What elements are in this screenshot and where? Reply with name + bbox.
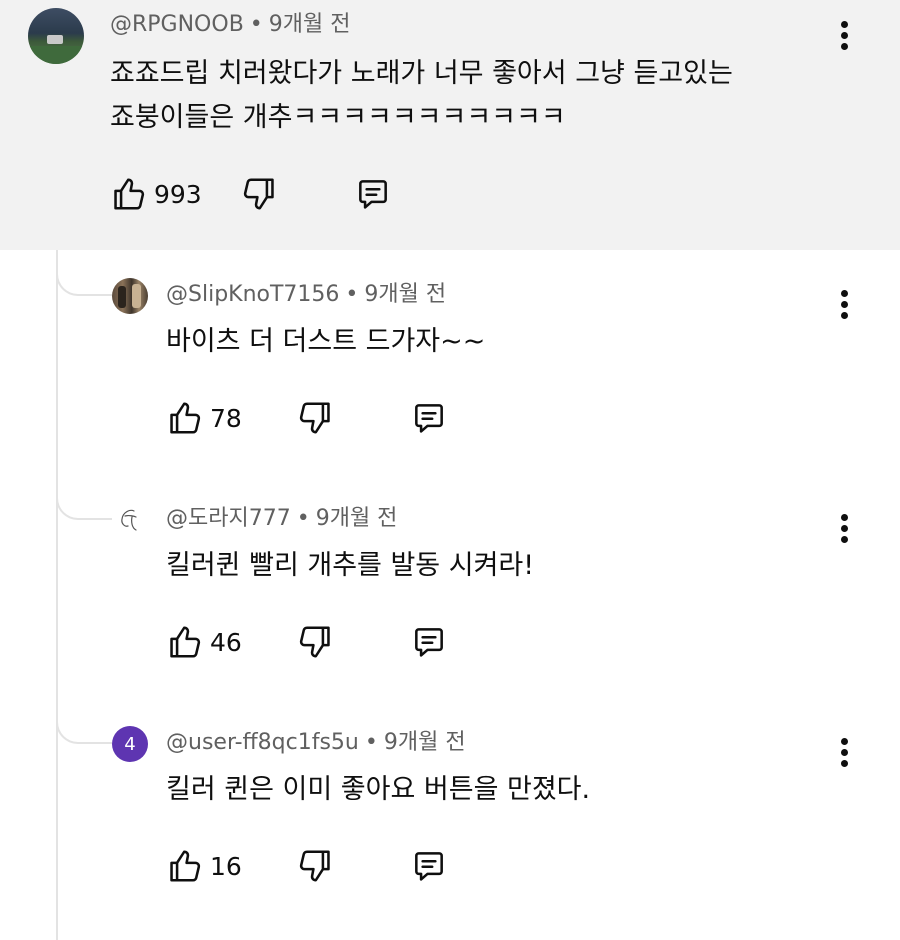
- avatar-letter: 4: [124, 733, 136, 755]
- comment-meta: @도라지777 • 9개월 전: [166, 505, 397, 533]
- author-name[interactable]: @RPGNOOB: [110, 12, 244, 37]
- separator: •: [345, 282, 359, 307]
- more-vert-icon[interactable]: [833, 733, 857, 773]
- comment-meta: @SlipKnoT7156 • 9개월 전: [166, 281, 446, 309]
- comment-meta: @user-ff8qc1fs5u • 9개월 전: [166, 729, 466, 757]
- avatar[interactable]: [28, 8, 84, 64]
- comment-icon[interactable]: [410, 399, 448, 437]
- thumb-up-icon: [170, 850, 201, 882]
- thumb-down-icon[interactable]: [240, 175, 278, 213]
- separator: •: [249, 12, 263, 37]
- timestamp[interactable]: 9개월 전: [269, 12, 351, 37]
- more-vert-icon[interactable]: [833, 16, 857, 56]
- thumb-up-icon: [114, 178, 145, 210]
- more-vert-icon[interactable]: [833, 509, 857, 549]
- thread-branch: [56, 480, 112, 520]
- comment-icon[interactable]: [410, 623, 448, 661]
- comment-actions: 16: [166, 844, 466, 888]
- signature-avatar-icon: [121, 509, 137, 531]
- like-button[interactable]: 993: [110, 172, 202, 216]
- comment-actions: 46: [166, 620, 466, 664]
- timestamp[interactable]: 9개월 전: [364, 282, 446, 307]
- thumb-up-icon: [170, 626, 201, 658]
- comment-text: 킬러 퀸은 이미 좋아요 버튼을 만졌다.: [166, 774, 591, 805]
- more-vert-icon[interactable]: [833, 285, 857, 325]
- thumb-down-icon[interactable]: [296, 399, 334, 437]
- comment-icon[interactable]: [410, 847, 448, 885]
- author-name[interactable]: @도라지777: [166, 506, 291, 531]
- parent-comment: @RPGNOOB • 9개월 전 죠죠드립 치러왔다가 노래가 너무 좋아서 그냥 …: [0, 0, 900, 250]
- like-count: 16: [210, 851, 242, 881]
- avatar[interactable]: [112, 278, 148, 314]
- timestamp[interactable]: 9개월 전: [316, 506, 398, 531]
- like-button[interactable]: 16: [166, 844, 242, 888]
- author-name[interactable]: @user-ff8qc1fs5u: [166, 730, 359, 755]
- thumb-up-icon: [170, 402, 201, 434]
- separator: •: [364, 730, 378, 755]
- like-count: 78: [210, 403, 242, 433]
- timestamp[interactable]: 9개월 전: [384, 730, 466, 755]
- comment-text: 바이츠 더 더스트 드가자~~: [166, 326, 486, 357]
- avatar[interactable]: 4: [112, 726, 148, 762]
- comment-text-line: 죠죠드립 치러왔다가 노래가 너무 좋아서 그냥 듣고있는: [110, 58, 733, 89]
- separator: •: [296, 506, 310, 531]
- thumb-down-icon[interactable]: [296, 847, 334, 885]
- like-count: 46: [210, 627, 242, 657]
- avatar[interactable]: [112, 502, 148, 538]
- comment-actions: 78: [166, 396, 466, 440]
- comment-text-line: 죠붕이들은 개추ㅋㅋㅋㅋㅋㅋㅋㅋㅋㅋㅋ: [110, 102, 566, 133]
- comment-actions: 993: [110, 172, 410, 216]
- comment-meta: @RPGNOOB • 9개월 전: [110, 11, 351, 39]
- comment-icon[interactable]: [354, 175, 392, 213]
- author-name[interactable]: @SlipKnoT7156: [166, 282, 339, 307]
- thumb-down-icon[interactable]: [296, 623, 334, 661]
- like-button[interactable]: 46: [166, 620, 242, 664]
- thread-branch: [56, 704, 112, 744]
- thread-branch: [56, 256, 112, 296]
- like-button[interactable]: 78: [166, 396, 242, 440]
- like-count: 993: [154, 179, 202, 209]
- comment-text: 킬러퀸 빨리 개추를 발동 시켜라!: [166, 550, 535, 581]
